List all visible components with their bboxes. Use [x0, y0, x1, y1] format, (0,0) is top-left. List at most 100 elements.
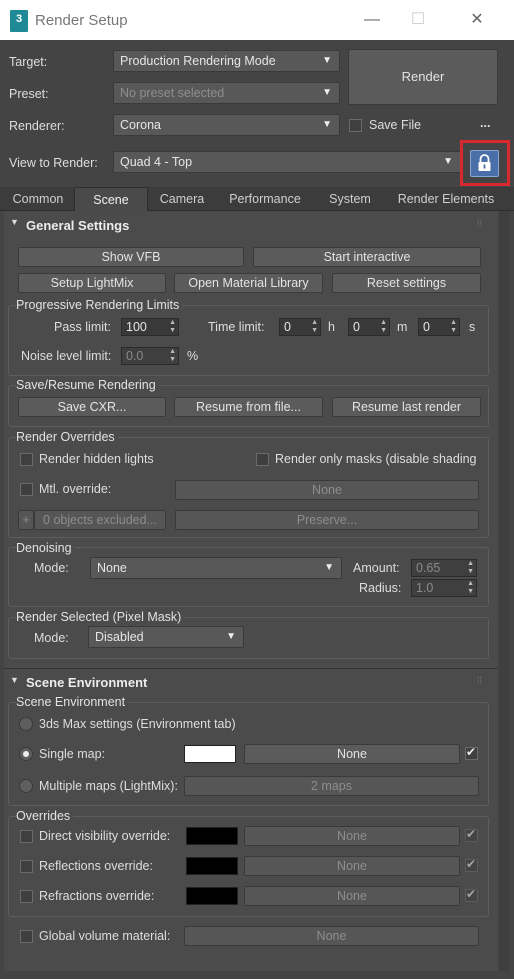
- chevron-down-icon: ▼: [322, 55, 332, 66]
- reset-settings-button[interactable]: Reset settings: [332, 273, 481, 293]
- rollout-divider: [4, 668, 498, 669]
- hours-spinner[interactable]: 0 ▲ ▼: [279, 318, 321, 336]
- tab-performance[interactable]: Performance: [217, 187, 313, 211]
- drag-handle-icon[interactable]: ⁞⁞: [477, 218, 482, 228]
- scrollbar-track[interactable]: [499, 211, 510, 971]
- tab-camera[interactable]: Camera: [150, 187, 214, 211]
- objects-excluded-button[interactable]: 0 objects excluded...: [34, 510, 166, 530]
- renderer-label: Renderer:: [9, 119, 65, 133]
- only-masks-checkbox[interactable]: [256, 453, 269, 466]
- seconds-spinner[interactable]: 0 ▲ ▼: [418, 318, 460, 336]
- pass-limit-spinner[interactable]: 100 ▲ ▼: [121, 318, 179, 336]
- noise-limit-spinner[interactable]: 0.0 ▲ ▼: [121, 347, 179, 365]
- refractions-enable-checkbox[interactable]: [465, 887, 478, 902]
- single-map-button[interactable]: None: [244, 744, 460, 764]
- open-material-library-button[interactable]: Open Material Library: [174, 273, 323, 293]
- minutes-spinner[interactable]: 0 ▲ ▼: [348, 318, 390, 336]
- save-resume-title: Save/Resume Rendering: [16, 378, 159, 392]
- noise-limit-value: 0.0: [126, 349, 144, 363]
- hidden-lights-checkbox[interactable]: [20, 453, 33, 466]
- save-cxr-button[interactable]: Save CXR...: [18, 397, 166, 417]
- rollout-collapse-icon[interactable]: ▼: [10, 675, 19, 685]
- denoise-mode-dropdown[interactable]: None ▼: [90, 557, 342, 579]
- denoising-title: Denoising: [16, 541, 75, 555]
- radius-spinner[interactable]: 1.0 ▲ ▼: [411, 579, 477, 597]
- global-volume-checkbox[interactable]: [20, 930, 33, 943]
- resume-last-render-button[interactable]: Resume last render: [332, 397, 481, 417]
- view-value: Quad 4 - Top: [120, 155, 193, 169]
- spinner-arrows-icon[interactable]: ▲ ▼: [467, 580, 474, 596]
- direct-visibility-checkbox[interactable]: [20, 830, 33, 843]
- reflections-override-checkbox[interactable]: [20, 860, 33, 873]
- multiple-maps-button[interactable]: 2 maps: [184, 776, 479, 796]
- scene-environment-title[interactable]: Scene Environment: [26, 675, 147, 690]
- amount-spinner[interactable]: 0.65 ▲ ▼: [411, 559, 477, 577]
- preset-dropdown[interactable]: No preset selected ▼: [113, 82, 340, 104]
- minimize-button[interactable]: —: [357, 8, 387, 32]
- mtl-override-button[interactable]: None: [175, 480, 479, 500]
- setup-lightmix-button[interactable]: Setup LightMix: [18, 273, 166, 293]
- max-settings-label: 3ds Max settings (Environment tab): [39, 717, 236, 731]
- time-limit-label: Time limit:: [208, 320, 265, 334]
- target-dropdown[interactable]: Production Rendering Mode ▼: [113, 50, 340, 72]
- preserve-button[interactable]: Preserve...: [175, 510, 479, 530]
- tab-system[interactable]: System: [317, 187, 383, 211]
- mtl-override-checkbox[interactable]: [20, 483, 33, 496]
- renderer-dropdown[interactable]: Corona ▼: [113, 114, 340, 136]
- global-volume-button[interactable]: None: [184, 926, 479, 946]
- save-file-checkbox[interactable]: [349, 119, 362, 132]
- global-volume-label: Global volume material:: [39, 929, 171, 943]
- reflections-map-button[interactable]: None: [244, 856, 460, 876]
- max-settings-radio[interactable]: [19, 717, 33, 731]
- spinner-arrows-icon[interactable]: ▲ ▼: [450, 319, 457, 335]
- add-exclude-button[interactable]: +: [18, 510, 34, 530]
- single-map-color-swatch[interactable]: [184, 745, 236, 763]
- window-title: Render Setup: [35, 12, 128, 29]
- multiple-maps-label: Multiple maps (LightMix):: [39, 779, 178, 793]
- spinner-arrows-icon[interactable]: ▲ ▼: [311, 319, 318, 335]
- direct-visibility-map-button[interactable]: None: [244, 826, 460, 846]
- spinner-arrows-icon[interactable]: ▲ ▼: [467, 560, 474, 576]
- app-icon: 3: [10, 10, 28, 32]
- target-value: Production Rendering Mode: [120, 54, 276, 68]
- rollout-collapse-icon[interactable]: ▼: [10, 217, 19, 227]
- reflections-enable-checkbox[interactable]: [465, 857, 478, 872]
- spinner-arrows-icon[interactable]: ▲ ▼: [169, 319, 176, 335]
- pass-limit-value: 100: [126, 320, 147, 334]
- tab-render-elements[interactable]: Render Elements: [386, 187, 506, 211]
- direct-visibility-enable-checkbox[interactable]: [465, 827, 478, 842]
- resume-from-file-button[interactable]: Resume from file...: [174, 397, 323, 417]
- view-to-render-label: View to Render:: [9, 156, 98, 170]
- chevron-down-icon: ▼: [443, 156, 453, 167]
- seconds-unit: s: [469, 320, 476, 334]
- tab-scene[interactable]: Scene: [74, 187, 148, 211]
- multiple-maps-radio[interactable]: [19, 779, 33, 793]
- hidden-lights-label: Render hidden lights: [39, 452, 154, 466]
- drag-handle-icon[interactable]: ⁞⁞: [477, 675, 482, 685]
- start-interactive-button[interactable]: Start interactive: [253, 247, 481, 267]
- reflections-color-swatch[interactable]: [186, 857, 238, 875]
- close-button[interactable]: ✕: [462, 8, 492, 32]
- tab-common[interactable]: Common: [4, 187, 72, 211]
- preset-value: No preset selected: [120, 86, 225, 100]
- show-vfb-button[interactable]: Show VFB: [18, 247, 244, 267]
- direct-visibility-color-swatch[interactable]: [186, 827, 238, 845]
- maximize-button[interactable]: ☐: [403, 8, 433, 32]
- denoise-mode-value: None: [97, 561, 127, 575]
- general-settings-title[interactable]: General Settings: [26, 218, 129, 233]
- refractions-map-button[interactable]: None: [244, 886, 460, 906]
- single-map-enable-checkbox[interactable]: [465, 745, 478, 760]
- lock-view-button[interactable]: [470, 150, 499, 177]
- spinner-arrows-icon[interactable]: ▲ ▼: [380, 319, 387, 335]
- refractions-override-checkbox[interactable]: [20, 890, 33, 903]
- render-button[interactable]: Render: [348, 49, 498, 105]
- render-selected-mode-dropdown[interactable]: Disabled ▼: [88, 626, 244, 648]
- single-map-label: Single map:: [39, 747, 106, 761]
- minutes-unit: m: [397, 320, 408, 334]
- refractions-color-swatch[interactable]: [186, 887, 238, 905]
- spinner-arrows-icon[interactable]: ▲ ▼: [169, 348, 176, 364]
- single-map-radio[interactable]: [19, 747, 33, 761]
- more-button[interactable]: ...: [480, 116, 490, 130]
- view-to-render-dropdown[interactable]: Quad 4 - Top ▼: [113, 151, 461, 173]
- render-selected-mode-label: Mode:: [34, 631, 69, 645]
